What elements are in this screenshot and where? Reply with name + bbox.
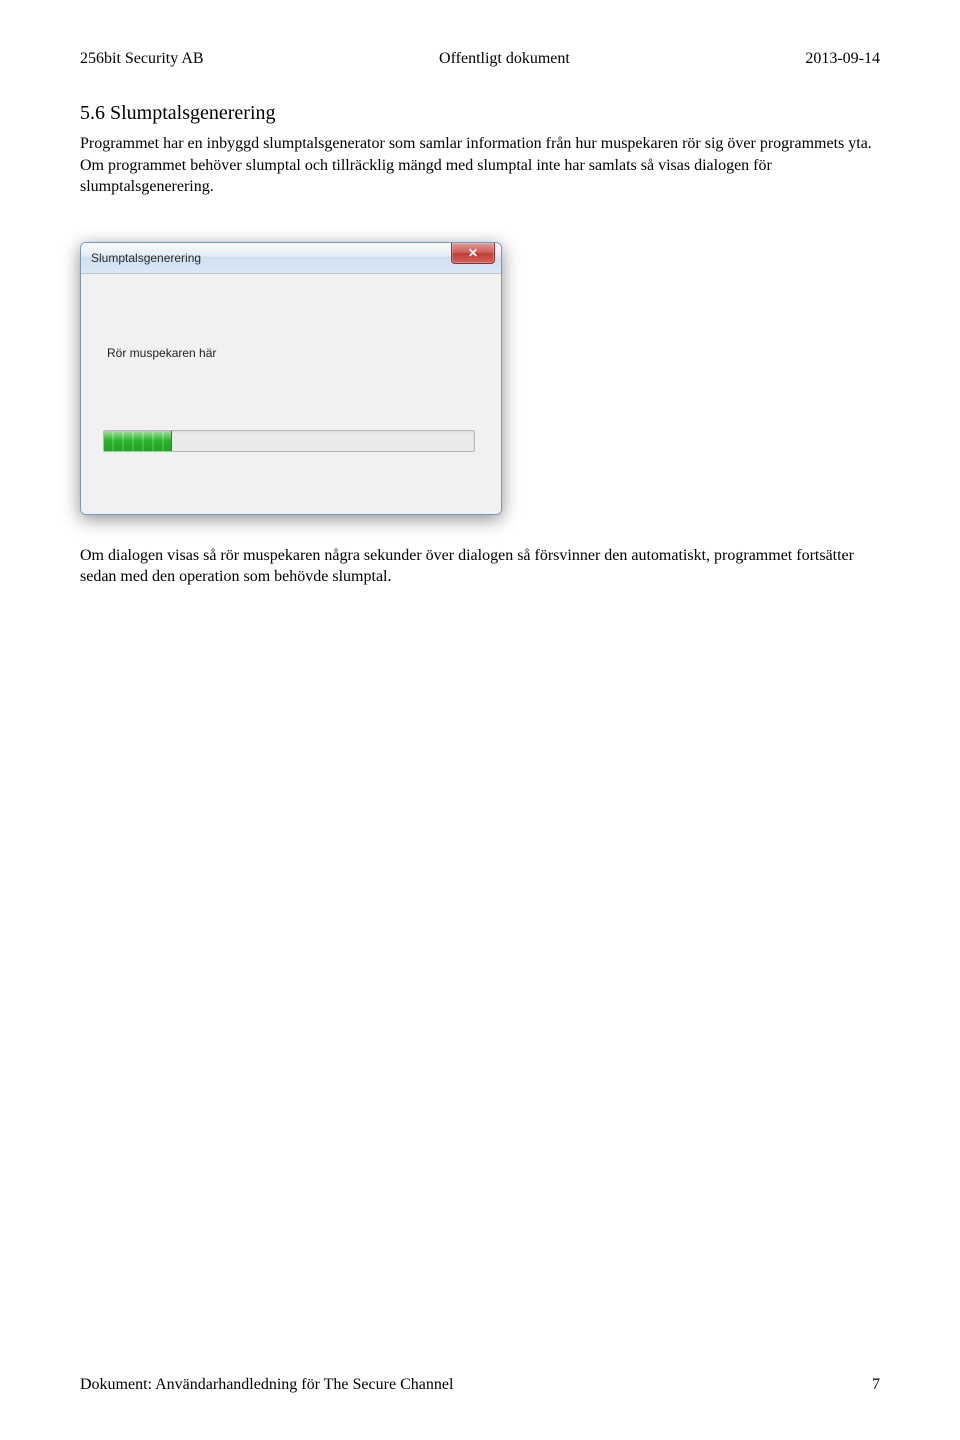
close-button[interactable]: ✕ [451, 243, 495, 264]
dialog-title: Slumptalsgenerering [91, 251, 201, 265]
dialog-screenshot: Slumptalsgenerering ✕ Rör muspekaren här [80, 242, 502, 515]
dialog-slumptalsgenerering: Slumptalsgenerering ✕ Rör muspekaren här [80, 242, 502, 515]
page-header: 256bit Security AB Offentligt dokument 2… [80, 50, 880, 68]
section-title: 5.6 Slumptalsgenerering [80, 102, 880, 125]
header-date: 2013-09-14 [805, 50, 880, 68]
header-center: Offentligt dokument [439, 50, 570, 68]
dialog-body[interactable]: Rör muspekaren här [81, 274, 501, 514]
section-para-2: Om dialogen visas så rör muspekaren någr… [80, 545, 880, 588]
header-org: 256bit Security AB [80, 50, 204, 68]
progress-fill [104, 431, 172, 451]
dialog-titlebar[interactable]: Slumptalsgenerering ✕ [81, 243, 501, 274]
progress-bar [103, 430, 475, 452]
instruction-text: Rör muspekaren här [107, 346, 479, 360]
page-footer: Dokument: Användarhandledning för The Se… [80, 1376, 880, 1394]
close-icon: ✕ [468, 246, 478, 260]
footer-doc: Dokument: Användarhandledning för The Se… [80, 1376, 453, 1394]
section-para-1: Programmet har en inbyggd slumptalsgener… [80, 133, 880, 198]
footer-page: 7 [872, 1376, 880, 1394]
